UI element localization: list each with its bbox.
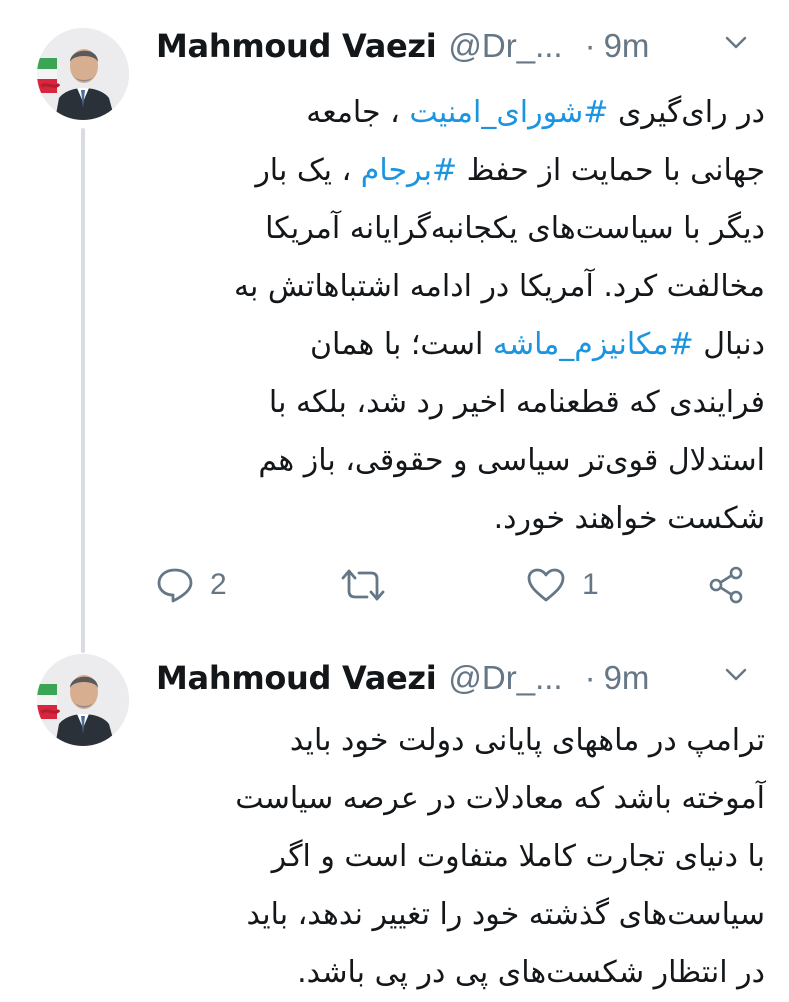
tweet-text-line: در رای‌گیری #شورای_امنیت ، جامعه bbox=[150, 84, 765, 142]
chevron-down-icon[interactable] bbox=[725, 36, 747, 50]
tweet-text-line: استدلال قوی‌تر سیاسی و حقوقی، باز هم bbox=[150, 432, 765, 490]
hashtag-link[interactable]: #مکانیزم_ماشه bbox=[493, 327, 694, 362]
retweet-button[interactable] bbox=[340, 560, 386, 610]
tweet-text-line: ترامپ در ماههای پایانی دولت خود باید bbox=[150, 712, 765, 770]
hashtag-link[interactable]: #برجام bbox=[361, 153, 457, 188]
profile-photo bbox=[37, 654, 129, 746]
tweet-text-line: فرایندی که قطعنامه اخیر رد شد، بلکه با bbox=[150, 374, 765, 432]
tweet-text: در رای‌گیری #شورای_امنیت ، جامعه جهانی با… bbox=[150, 84, 765, 548]
chevron-down-icon[interactable] bbox=[725, 668, 747, 682]
heart-icon bbox=[527, 568, 565, 602]
tweet-header: Mahmoud Vaezi @Dr_... · 9m bbox=[156, 22, 761, 70]
tweet-text-line: مخالفت کرد. آمریکا در ادامه اشتباهاتش به bbox=[150, 258, 765, 316]
share-button[interactable] bbox=[708, 560, 744, 610]
text-segment: در رای‌گیری bbox=[608, 95, 765, 130]
separator-dot: · bbox=[584, 27, 596, 64]
text-segment: است؛ با همان bbox=[309, 327, 493, 362]
text-segment: مخالفت کرد. آمریکا در ادامه اشتباهاتش به bbox=[233, 269, 765, 304]
tweet[interactable]: Mahmoud Vaezi @Dr_... · 9m ترامپ در ماهه… bbox=[0, 640, 789, 1000]
thread-line bbox=[81, 128, 85, 653]
text-segment: با دنیای تجارت کاملا متفاوت است و اگر bbox=[271, 839, 765, 874]
text-segment: آموخته باشد که معادلات در عرصه سیاست bbox=[235, 781, 765, 816]
text-segment: استدلال قوی‌تر سیاسی و حقوقی، باز هم bbox=[258, 443, 765, 478]
text-segment: در انتظار شکست‌های پی در پی باشد. bbox=[297, 955, 765, 990]
like-button[interactable]: 1 bbox=[526, 560, 599, 610]
text-segment: ، جامعه bbox=[306, 95, 410, 130]
tweet-text-line: در انتظار شکست‌های پی در پی باشد. bbox=[150, 944, 765, 1002]
tweet-text: ترامپ در ماههای پایانی دولت خود باید آموخ… bbox=[150, 712, 765, 1002]
reply-button[interactable]: 2 bbox=[156, 560, 227, 610]
timestamp[interactable]: 9m bbox=[604, 27, 650, 65]
tweet-header: Mahmoud Vaezi @Dr_... · 9m bbox=[156, 654, 761, 702]
tweet-text-line: شکست خواهند خورد. bbox=[150, 490, 765, 548]
separator-dot: · bbox=[584, 659, 596, 696]
tweet-text-line: آموخته باشد که معادلات در عرصه سیاست bbox=[150, 770, 765, 828]
user-handle[interactable]: @Dr_... bbox=[448, 659, 562, 697]
tweet-text-line: سیاست‌های گذشته خود را تغییر ندهد، باید bbox=[150, 886, 765, 944]
display-name[interactable]: Mahmoud Vaezi bbox=[156, 27, 437, 65]
user-handle[interactable]: @Dr_... bbox=[448, 27, 562, 65]
speech-bubble-icon bbox=[157, 568, 193, 603]
timestamp[interactable]: 9m bbox=[604, 659, 650, 697]
like-count: 1 bbox=[582, 568, 599, 601]
text-segment: جهانی با حمایت از حفظ bbox=[457, 153, 765, 188]
tweet-text-line: دنبال #مکانیزم_ماشه است؛ با همان bbox=[150, 316, 765, 374]
reply-count: 2 bbox=[210, 568, 227, 601]
text-segment: ، یک بار bbox=[255, 153, 361, 188]
hashtag-link[interactable]: #شورای_امنیت bbox=[409, 95, 608, 130]
tweet[interactable]: Mahmoud Vaezi @Dr_... · 9m در رای‌گیری #… bbox=[0, 0, 789, 653]
retweet-arrows-icon bbox=[341, 569, 385, 601]
tweet-text-line: با دنیای تجارت کاملا متفاوت است و اگر bbox=[150, 828, 765, 886]
text-segment: سیاست‌های گذشته خود را تغییر ندهد، باید bbox=[246, 897, 765, 932]
text-segment: شکست خواهند خورد. bbox=[493, 501, 765, 536]
avatar[interactable] bbox=[37, 28, 129, 120]
display-name[interactable]: Mahmoud Vaezi bbox=[156, 659, 437, 697]
profile-photo bbox=[37, 28, 129, 120]
tweet-text-line: جهانی با حمایت از حفظ #برجام ، یک بار bbox=[150, 142, 765, 200]
share-nodes-icon bbox=[709, 566, 743, 604]
text-segment: ترامپ در ماههای پایانی دولت خود باید bbox=[289, 723, 765, 758]
avatar[interactable] bbox=[37, 654, 129, 746]
tweet-actions: 2 1 bbox=[156, 560, 756, 610]
text-segment: فرایندی که قطعنامه اخیر رد شد، بلکه با bbox=[268, 385, 765, 420]
tweet-text-line: دیگر با سیاست‌های یکجانبه‌گرایانه آمریکا bbox=[150, 200, 765, 258]
text-segment: دیگر با سیاست‌های یکجانبه‌گرایانه آمریکا bbox=[265, 211, 765, 246]
text-segment: دنبال bbox=[693, 327, 765, 362]
